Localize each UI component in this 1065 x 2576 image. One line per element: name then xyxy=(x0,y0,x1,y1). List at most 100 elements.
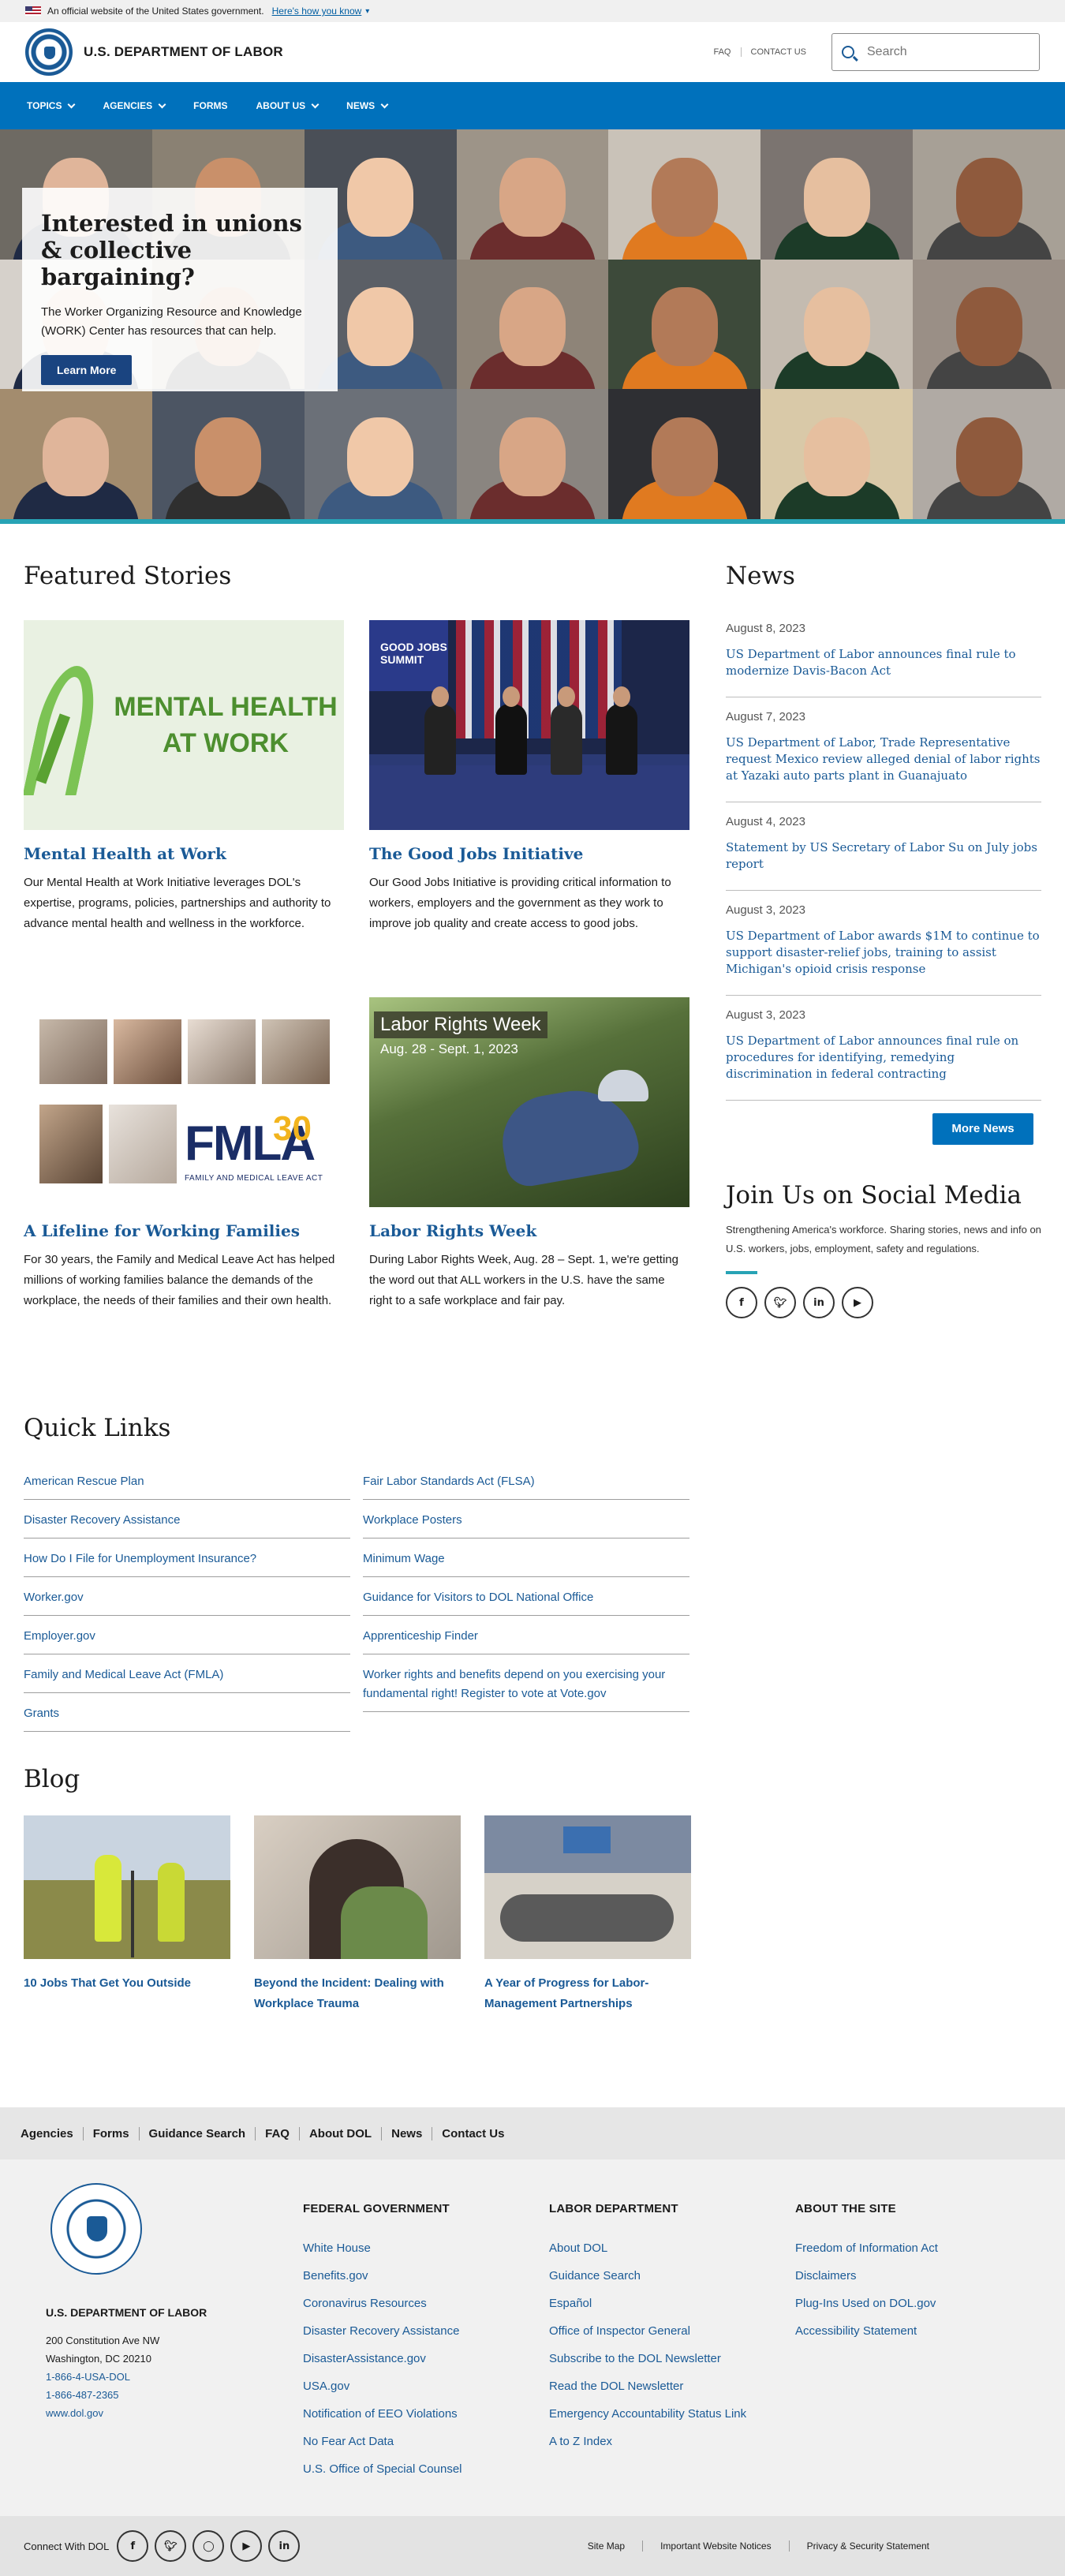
footer-link[interactable]: U.S. Office of Special Counsel xyxy=(303,2455,549,2483)
footer-link[interactable]: USA.gov xyxy=(303,2372,549,2400)
story-title-link[interactable]: The Good Jobs Initiative xyxy=(369,844,583,863)
story-title-link[interactable]: Mental Health at Work xyxy=(24,844,226,863)
footer-link[interactable]: A to Z Index xyxy=(549,2428,795,2455)
footer-site-link[interactable]: www.dol.gov xyxy=(46,2404,303,2422)
quick-link[interactable]: Worker.gov xyxy=(24,1577,350,1616)
footer-link[interactable]: Accessibility Statement xyxy=(795,2317,1041,2345)
panelist xyxy=(495,704,527,775)
footer-nav-link[interactable]: Forms xyxy=(84,2126,140,2140)
quick-link[interactable]: How Do I File for Unemployment Insurance… xyxy=(24,1538,350,1577)
story-title-link[interactable]: A Lifeline for Working Families xyxy=(24,1221,300,1240)
footer-link[interactable]: Read the DOL Newsletter xyxy=(549,2372,795,2400)
worker-vest xyxy=(95,1855,121,1942)
hero-text: The Worker Organizing Resource and Knowl… xyxy=(41,305,302,338)
family-photo xyxy=(39,1105,103,1183)
footer-link[interactable]: Office of Inspector General xyxy=(549,2317,795,2345)
blog-post-link[interactable]: Beyond the Incident: Dealing with Workpl… xyxy=(254,1976,444,2010)
youtube-icon[interactable]: ▶ xyxy=(230,2530,263,2562)
footer-phone-link[interactable]: 1-866-487-2365 xyxy=(46,2386,303,2404)
footer-link[interactable]: Freedom of Information Act xyxy=(795,2234,1041,2262)
footer-link[interactable]: About DOL xyxy=(549,2234,795,2262)
news-headline-link[interactable]: Statement by US Secretary of Labor Su on… xyxy=(726,839,1041,873)
blog-image-surveyors[interactable] xyxy=(24,1815,230,1959)
dol-seal-logo[interactable] xyxy=(50,2183,142,2275)
gov-banner-link[interactable]: Here's how you know xyxy=(272,6,362,17)
quick-link[interactable]: Minimum Wage xyxy=(363,1538,689,1577)
search-icon[interactable] xyxy=(842,46,854,58)
nav-about-us[interactable]: ABOUT US xyxy=(256,100,320,111)
footer-nav-link[interactable]: FAQ xyxy=(256,2126,300,2140)
linkedin-icon[interactable]: in xyxy=(268,2530,301,2562)
youtube-icon[interactable]: ▶ xyxy=(842,1287,873,1318)
instagram-icon[interactable]: ◯ xyxy=(192,2530,225,2562)
quick-link[interactable]: Apprenticeship Finder xyxy=(363,1616,689,1654)
person-jacket xyxy=(341,1886,428,1959)
quick-link[interactable]: American Rescue Plan xyxy=(24,1461,350,1500)
nav-news[interactable]: NEWS xyxy=(346,100,389,111)
blog-image-embrace[interactable] xyxy=(254,1815,461,1959)
quick-link[interactable]: Guidance for Visitors to DOL National Of… xyxy=(363,1577,689,1616)
news-headline-link[interactable]: US Department of Labor announces final r… xyxy=(726,1033,1041,1082)
footer-link[interactable]: Subscribe to the DOL Newsletter xyxy=(549,2345,795,2372)
footer-link[interactable]: Coronavirus Resources xyxy=(303,2290,549,2317)
footer-phone-link[interactable]: 1-866-4-USA-DOL xyxy=(46,2368,303,2386)
learn-more-button[interactable]: Learn More xyxy=(41,355,133,385)
twitter-icon[interactable]: 🐦︎ xyxy=(764,1287,796,1318)
footer-link[interactable]: No Fear Act Data xyxy=(303,2428,549,2455)
nav-agencies[interactable]: AGENCIES xyxy=(103,100,166,111)
twitter-icon[interactable]: 🐦︎ xyxy=(155,2530,187,2562)
quick-link[interactable]: Family and Medical Leave Act (FMLA) xyxy=(24,1654,350,1693)
faq-link[interactable]: FAQ xyxy=(704,47,740,57)
footer-link[interactable]: Plug-Ins Used on DOL.gov xyxy=(795,2290,1041,2317)
nav-forms[interactable]: FORMS xyxy=(193,100,227,111)
footer-nav-link[interactable]: Contact Us xyxy=(432,2127,514,2140)
blog-card: 10 Jobs That Get You Outside xyxy=(24,1815,230,2014)
quick-link[interactable]: Disaster Recovery Assistance xyxy=(24,1500,350,1538)
quick-link[interactable]: Grants xyxy=(24,1693,350,1732)
contact-us-link[interactable]: CONTACT US xyxy=(740,47,816,57)
footer-link[interactable]: Benefits.gov xyxy=(303,2262,549,2290)
blog-post-link[interactable]: 10 Jobs That Get You Outside xyxy=(24,1976,191,1990)
blog-image-meeting[interactable] xyxy=(484,1815,691,1959)
quick-link[interactable]: Fair Labor Standards Act (FLSA) xyxy=(363,1461,689,1500)
labor-rights-week-image[interactable]: Labor Rights Week Aug. 28 - Sept. 1, 202… xyxy=(369,997,689,1207)
footer-link[interactable]: Disclaimers xyxy=(795,2262,1041,2290)
footer-link[interactable]: Emergency Accountability Status Link xyxy=(549,2400,795,2428)
family-photo xyxy=(114,1019,181,1084)
footer-link[interactable]: Notification of EEO Violations xyxy=(303,2400,549,2428)
search-input[interactable] xyxy=(867,45,1009,59)
footer-link[interactable]: White House xyxy=(303,2234,549,2262)
legal-link[interactable]: Privacy & Security Statement xyxy=(788,2540,947,2552)
footer-link[interactable]: Español xyxy=(549,2290,795,2317)
footer-nav-link[interactable]: Agencies xyxy=(11,2126,84,2140)
news-headline-link[interactable]: US Department of Labor awards $1M to con… xyxy=(726,928,1041,978)
panelist-head xyxy=(558,686,575,707)
news-headline-link[interactable]: US Department of Labor, Trade Representa… xyxy=(726,735,1041,784)
mental-health-image[interactable]: MENTAL HEALTH AT WORK xyxy=(24,620,344,830)
blog-post-link[interactable]: A Year of Progress for Labor-Management … xyxy=(484,1976,648,2010)
linkedin-icon[interactable]: in xyxy=(803,1287,835,1318)
quick-link[interactable]: Worker rights and benefits depend on you… xyxy=(363,1654,689,1712)
site-title[interactable]: U.S. DEPARTMENT OF LABOR xyxy=(84,44,283,60)
person-face xyxy=(955,417,1022,496)
quick-link[interactable]: Workplace Posters xyxy=(363,1500,689,1538)
quick-link[interactable]: Employer.gov xyxy=(24,1616,350,1654)
nav-topics[interactable]: TOPICS xyxy=(27,100,76,111)
facebook-icon[interactable]: f xyxy=(117,2530,149,2562)
footer-nav-link[interactable]: About DOL xyxy=(300,2126,383,2140)
more-news-button[interactable]: More News xyxy=(932,1113,1033,1145)
footer-link[interactable]: Disaster Recovery Assistance xyxy=(303,2317,549,2345)
footer-link[interactable]: Guidance Search xyxy=(549,2262,795,2290)
fmla-image[interactable]: FMLA 30 FAMILY AND MEDICAL LEAVE ACT xyxy=(24,997,344,1207)
good-jobs-image[interactable]: GOOD JOBS SUMMIT xyxy=(369,620,689,830)
story-title-link[interactable]: Labor Rights Week xyxy=(369,1221,536,1240)
footer-nav-link[interactable]: News xyxy=(382,2126,433,2140)
legal-link[interactable]: Site Map xyxy=(570,2540,642,2552)
facebook-icon[interactable]: f xyxy=(726,1287,757,1318)
news-headline-link[interactable]: US Department of Labor announces final r… xyxy=(726,646,1041,679)
legal-link[interactable]: Important Website Notices xyxy=(642,2540,789,2552)
footer-nav-link[interactable]: Guidance Search xyxy=(140,2126,256,2140)
footer-link[interactable]: DisasterAssistance.gov xyxy=(303,2345,549,2372)
dol-seal-logo[interactable] xyxy=(25,28,73,76)
search-box[interactable] xyxy=(831,33,1040,71)
